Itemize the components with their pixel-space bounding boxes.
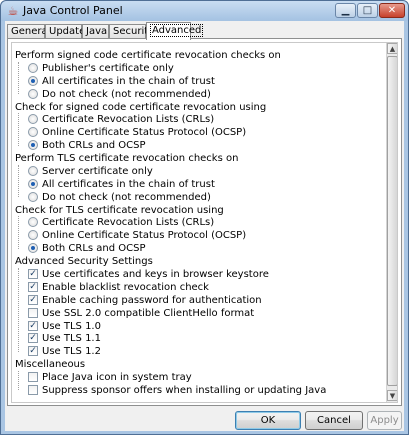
section-header: Advanced Security Settings (15, 255, 153, 268)
section-header-label: Perform signed code certificate revocati… (15, 50, 281, 61)
title-bar[interactable]: ☕ Java Control Panel ▁ □ ✕ (1, 1, 408, 21)
maximize-icon: □ (362, 5, 373, 16)
section-header-label: Check for TLS certificate revocation usi… (15, 204, 224, 216)
radio-selected-icon[interactable] (28, 178, 38, 189)
radio-unselected-icon[interactable] (28, 217, 38, 228)
tab-update[interactable]: Update (45, 24, 86, 39)
option-label: Both CRLs and OCSP (42, 140, 146, 152)
option-label: Place Java icon in system tray (42, 372, 192, 383)
tab-java[interactable]: Java (82, 24, 109, 39)
ok-button[interactable]: OK (235, 411, 301, 430)
tree-connector-line (18, 268, 19, 352)
scroll-up-arrow-icon[interactable]: ▲ (387, 43, 397, 54)
tab-advanced[interactable]: Advanced (146, 22, 204, 40)
option-label: Use certificates and keys in browser key… (42, 269, 269, 280)
option-label: Server certificate only (42, 165, 153, 177)
tree-connector-line (18, 164, 19, 198)
checkbox-checked-icon[interactable]: ✓ (28, 320, 38, 331)
checkbox-checked-icon[interactable]: ✓ (28, 294, 38, 305)
option-label: Do not check (not recommended) (42, 88, 211, 100)
option-label: Both CRLs and OCSP (42, 243, 146, 255)
section-header: Check for TLS certificate revocation usi… (15, 204, 224, 217)
option-label: Enable caching password for authenticati… (42, 294, 262, 306)
option-label: Use SSL 2.0 compatible ClientHello forma… (42, 307, 255, 319)
option-label: Certificate Revocation Lists (CRLs) (42, 217, 215, 229)
radio-unselected-icon[interactable] (28, 62, 38, 73)
checkbox-checked-icon[interactable]: ✓ (28, 281, 38, 292)
option-label: Use TLS 1.1 (42, 333, 101, 345)
tree-connector-line (18, 371, 19, 391)
option-label: Certificate Revocation Lists (CRLs) (42, 114, 215, 126)
option-label: Publisher's certificate only (42, 62, 174, 74)
java-control-panel-window: ☕ Java Control Panel ▁ □ ✕ General Updat… (0, 0, 409, 435)
maximize-button[interactable]: □ (357, 3, 378, 18)
radio-unselected-icon[interactable] (28, 127, 38, 138)
radio-unselected-icon[interactable] (28, 230, 38, 241)
radio-unselected-icon[interactable] (28, 88, 38, 99)
option-label: Online Certificate Status Protocol (OCSP… (42, 127, 247, 139)
scroll-down-arrow-icon[interactable]: ▼ (387, 390, 397, 401)
radio-selected-icon[interactable] (28, 140, 38, 151)
window-title: Java Control Panel (23, 4, 123, 17)
section-header: Miscellaneous (15, 358, 85, 371)
tab-java-label: Java (86, 26, 108, 37)
option-label: Online Certificate Status Protocol (OCSP… (42, 230, 247, 242)
radio-unselected-icon[interactable] (28, 191, 38, 202)
dialog-body: General Update Java Security Advanced Pe… (5, 21, 404, 431)
checkbox-checked-icon[interactable]: ✓ (28, 346, 38, 357)
close-icon: ✕ (387, 5, 397, 16)
tree-connector-line (18, 61, 19, 95)
option-label: All certificates in the chain of trust (42, 75, 215, 87)
section-header-label: Check for signed code certificate revoca… (15, 101, 267, 113)
apply-button[interactable]: Apply (367, 411, 402, 430)
section-header-label: Miscellaneous (15, 359, 86, 371)
section-header-label: Perform TLS certificate revocation check… (15, 153, 239, 164)
java-cup-icon: ☕ (7, 4, 19, 18)
radio-selected-icon[interactable] (28, 243, 38, 254)
radio-selected-icon[interactable] (28, 75, 38, 86)
option-label: Use TLS 1.0 (42, 320, 101, 332)
radio-unselected-icon[interactable] (28, 114, 38, 125)
minimize-button[interactable]: ▁ (335, 3, 356, 18)
tab-update-label: Update (49, 26, 86, 37)
option-label: Enable blacklist revocation check (42, 281, 209, 293)
checkbox-checked-icon[interactable]: ✓ (28, 269, 38, 279)
checkbox-unchecked-icon[interactable] (28, 307, 38, 318)
section-header: Perform TLS certificate revocation check… (15, 152, 238, 165)
vertical-scrollbar[interactable]: ▲ ▼ (386, 43, 397, 402)
tab-general[interactable]: General (7, 24, 50, 39)
checkbox-unchecked-icon[interactable] (28, 372, 38, 382)
section-header-label: Advanced Security Settings (15, 256, 153, 268)
tree-connector-line (18, 216, 19, 249)
minimize-icon: ▁ (341, 5, 350, 16)
option-label: Suppress sponsor offers when installing … (42, 384, 327, 396)
option-label: Use TLS 1.2 (42, 346, 101, 358)
checkbox-unchecked-icon[interactable] (28, 384, 38, 395)
section-header: Perform signed code certificate revocati… (15, 49, 281, 62)
tree-connector-line (18, 113, 19, 146)
advanced-panel: Perform signed code certificate revocati… (7, 38, 402, 406)
tab-security[interactable]: Security (109, 24, 154, 39)
option-label: Do not check (not recommended) (42, 191, 211, 203)
settings-tree[interactable]: Perform signed code certificate revocati… (11, 42, 398, 403)
option-label: All certificates in the chain of trust (42, 178, 215, 190)
close-button[interactable]: ✕ (379, 3, 405, 18)
radio-unselected-icon[interactable] (28, 165, 38, 176)
checkbox-checked-icon[interactable]: ✓ (28, 333, 38, 344)
scroll-thumb[interactable] (387, 56, 397, 386)
section-header: Check for signed code certificate revoca… (15, 101, 266, 114)
tab-advanced-label: Advanced (150, 24, 204, 37)
cancel-button[interactable]: Cancel (305, 411, 363, 430)
